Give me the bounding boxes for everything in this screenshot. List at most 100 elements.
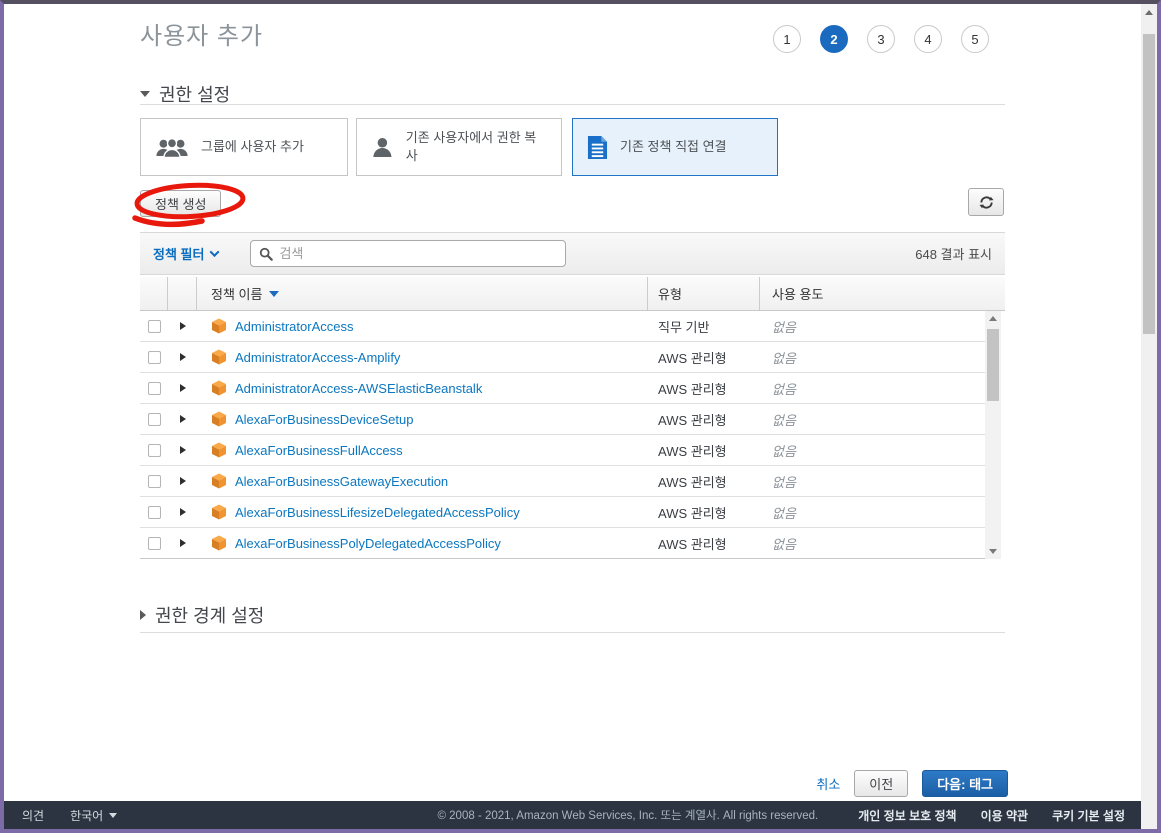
expand-row-icon[interactable]: [179, 353, 186, 361]
window-scrollbar[interactable]: [1141, 4, 1157, 829]
language-selector[interactable]: 한국어: [70, 807, 118, 824]
policy-name-link[interactable]: AlexaForBusinessPolyDelegatedAccessPolic…: [235, 536, 501, 551]
create-policy-button[interactable]: 정책 생성: [140, 190, 222, 217]
header-policy-type[interactable]: 유형: [648, 277, 760, 310]
option-label: 기존 사용자에서 권한 복사: [405, 130, 537, 163]
boundary-section-header[interactable]: 권한 경계 설정: [140, 602, 264, 628]
table-row: AlexaForBusinessLifesizeDelegatedAccessP…: [140, 497, 985, 528]
wizard-step-indicator: 1 2 3 4 5: [773, 25, 989, 53]
search-input[interactable]: [279, 246, 558, 261]
previous-button[interactable]: 이전: [854, 770, 909, 797]
policy-type: AWS 관리형: [658, 474, 727, 490]
policy-usage: 없음: [772, 505, 796, 521]
option-copy-permissions[interactable]: 기존 사용자에서 권한 복사: [356, 118, 562, 176]
expand-row-icon[interactable]: [179, 539, 186, 547]
policy-name-link[interactable]: AlexaForBusinessGatewayExecution: [235, 474, 448, 489]
refresh-button[interactable]: [968, 188, 1004, 216]
row-checkbox[interactable]: [147, 443, 161, 457]
policy-name-link[interactable]: AdministratorAccess: [235, 319, 353, 334]
policy-name-link[interactable]: AdministratorAccess-Amplify: [235, 350, 400, 365]
step-1[interactable]: 1: [773, 25, 801, 53]
expand-row-icon[interactable]: [179, 322, 186, 330]
language-dropdown-icon: [109, 812, 118, 818]
policy-cube-icon: [212, 442, 226, 458]
row-checkbox[interactable]: [147, 381, 161, 395]
policy-cube-icon: [212, 473, 226, 489]
divider: [140, 104, 1005, 105]
policy-usage: 없음: [772, 381, 796, 397]
table-scrollbar-thumb[interactable]: [987, 329, 999, 401]
policy-table-body: AdministratorAccess 직무 기반 없음 Administrat…: [140, 311, 985, 559]
results-count: 648 결과 표시: [915, 247, 992, 262]
boundary-section-title: 권한 경계 설정: [155, 606, 265, 626]
expand-row-icon[interactable]: [179, 508, 186, 516]
refresh-icon: [978, 196, 994, 208]
option-attach-existing-policies-selected[interactable]: 기존 정책 직접 연결: [572, 118, 778, 176]
step-3[interactable]: 3: [867, 25, 895, 53]
expand-row-icon[interactable]: [179, 477, 186, 485]
row-checkbox[interactable]: [147, 350, 161, 364]
row-checkbox[interactable]: [147, 412, 161, 426]
table-row: AdministratorAccess 직무 기반 없음: [140, 311, 985, 342]
header-policy-usage[interactable]: 사용 용도: [760, 277, 1005, 310]
feedback-link[interactable]: 의견: [22, 807, 44, 824]
policy-filter-dropdown[interactable]: 정책 필터: [153, 244, 220, 263]
chevron-down-icon: [210, 247, 220, 258]
step-5[interactable]: 5: [961, 25, 989, 53]
table-row: AlexaForBusinessDeviceSetup AWS 관리형 없음: [140, 404, 985, 435]
row-checkbox[interactable]: [147, 474, 161, 488]
policy-name-link[interactable]: AlexaForBusinessDeviceSetup: [235, 412, 413, 427]
search-icon: [260, 247, 274, 261]
policy-usage: 없음: [772, 350, 796, 366]
terms-link[interactable]: 이용 약관: [981, 807, 1029, 824]
policy-type: 직무 기반: [658, 319, 710, 335]
policy-usage: 없음: [772, 443, 796, 459]
policy-name-link[interactable]: AlexaForBusinessLifesizeDelegatedAccessP…: [235, 505, 520, 520]
policy-cube-icon: [212, 380, 226, 396]
sort-desc-icon: [269, 290, 280, 297]
policy-name-link[interactable]: AdministratorAccess-AWSElasticBeanstalk: [235, 381, 482, 396]
expand-row-icon[interactable]: [179, 415, 186, 423]
window-scrollbar-thumb[interactable]: [1143, 34, 1155, 334]
step-4[interactable]: 4: [914, 25, 942, 53]
policy-filter-label: 정책 필터: [153, 247, 205, 262]
policy-cube-icon: [212, 411, 226, 427]
expand-row-icon[interactable]: [179, 384, 186, 392]
policy-type: AWS 관리형: [658, 350, 727, 366]
policy-type: AWS 관리형: [658, 381, 727, 397]
expand-row-icon[interactable]: [179, 446, 186, 454]
scroll-up-icon[interactable]: [989, 316, 997, 321]
privacy-policy-link[interactable]: 개인 정보 보호 정책: [858, 807, 956, 824]
scroll-down-icon[interactable]: [989, 549, 997, 554]
aws-add-user-page: { "page": { "title": "사용자 추가" }, "steps"…: [0, 0, 1161, 833]
expand-icon: [140, 610, 146, 620]
policy-usage: 없음: [772, 474, 796, 490]
policy-name-link[interactable]: AlexaForBusinessFullAccess: [235, 443, 403, 458]
scroll-up-icon[interactable]: [1145, 10, 1153, 15]
divider: [140, 632, 1005, 633]
table-row: AdministratorAccess-Amplify AWS 관리형 없음: [140, 342, 985, 373]
step-2-active[interactable]: 2: [820, 25, 848, 53]
header-policy-name[interactable]: 정책 이름: [197, 277, 648, 310]
user-icon: [373, 137, 392, 157]
footer: 의견 한국어 © 2008 - 2021, Amazon Web Service…: [4, 801, 1141, 829]
policy-usage: 없음: [772, 412, 796, 428]
option-add-user-to-group[interactable]: 그룹에 사용자 추가: [140, 118, 348, 176]
policy-cube-icon: [212, 504, 226, 520]
cookie-preferences-link[interactable]: 쿠키 기본 설정: [1052, 807, 1125, 824]
row-checkbox[interactable]: [147, 536, 161, 550]
table-scrollbar[interactable]: [985, 311, 1001, 559]
next-tags-button[interactable]: 다음: 태그: [922, 770, 1008, 797]
cancel-button[interactable]: 취소: [816, 774, 840, 793]
policy-filter-bar: 정책 필터 648 결과 표시: [140, 232, 1005, 275]
header-checkbox-column: [140, 277, 168, 310]
policy-type: AWS 관리형: [658, 412, 727, 428]
row-checkbox[interactable]: [147, 505, 161, 519]
header-expand-column: [168, 277, 197, 310]
policy-type: AWS 관리형: [658, 536, 727, 552]
policy-search-box[interactable]: [250, 240, 567, 267]
row-checkbox[interactable]: [147, 319, 161, 333]
wizard-actions: 취소 이전 다음: 태그: [816, 770, 1008, 797]
collapse-icon: [140, 91, 150, 97]
copyright-text: © 2008 - 2021, Amazon Web Services, Inc.…: [437, 810, 819, 822]
